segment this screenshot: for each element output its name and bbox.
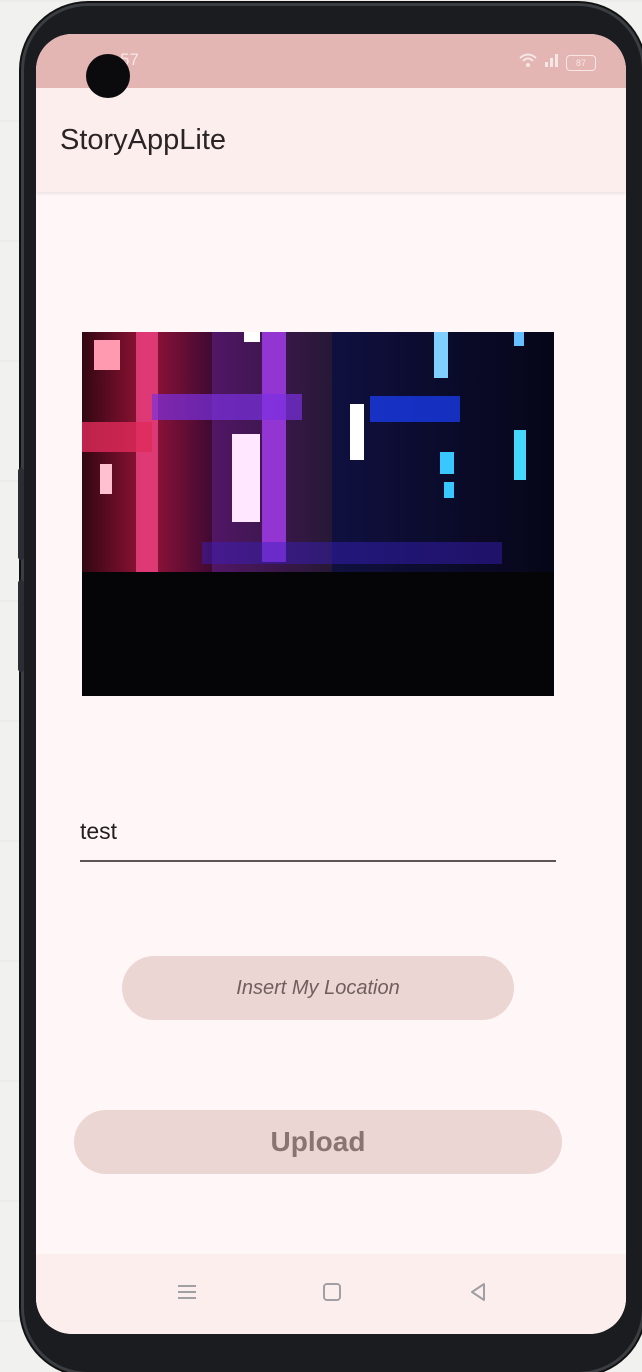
insert-location-button[interactable]: Insert My Location bbox=[122, 956, 514, 1020]
description-input[interactable]: test bbox=[80, 804, 556, 862]
signal-icon bbox=[544, 53, 560, 72]
volume-button bbox=[18, 580, 24, 672]
battery-icon: 87 bbox=[566, 54, 596, 71]
upload-button[interactable]: Upload bbox=[74, 1110, 562, 1174]
wifi-icon bbox=[518, 52, 538, 73]
app-title: StoryAppLite bbox=[60, 124, 227, 156]
description-value: test bbox=[80, 818, 118, 844]
status-icons: 87 bbox=[518, 52, 596, 73]
photo-image bbox=[82, 332, 554, 696]
system-nav-bar bbox=[36, 1254, 626, 1334]
camera-cutout bbox=[86, 54, 130, 98]
power-button bbox=[18, 468, 24, 560]
screen: 57 87 StoryAppLite test Insert My Locati… bbox=[36, 34, 626, 1334]
back-icon[interactable] bbox=[458, 1272, 498, 1312]
photo-preview[interactable] bbox=[82, 332, 554, 696]
menu-icon[interactable] bbox=[167, 1272, 207, 1312]
home-icon[interactable] bbox=[312, 1272, 352, 1312]
app-bar: StoryAppLite bbox=[36, 88, 626, 192]
